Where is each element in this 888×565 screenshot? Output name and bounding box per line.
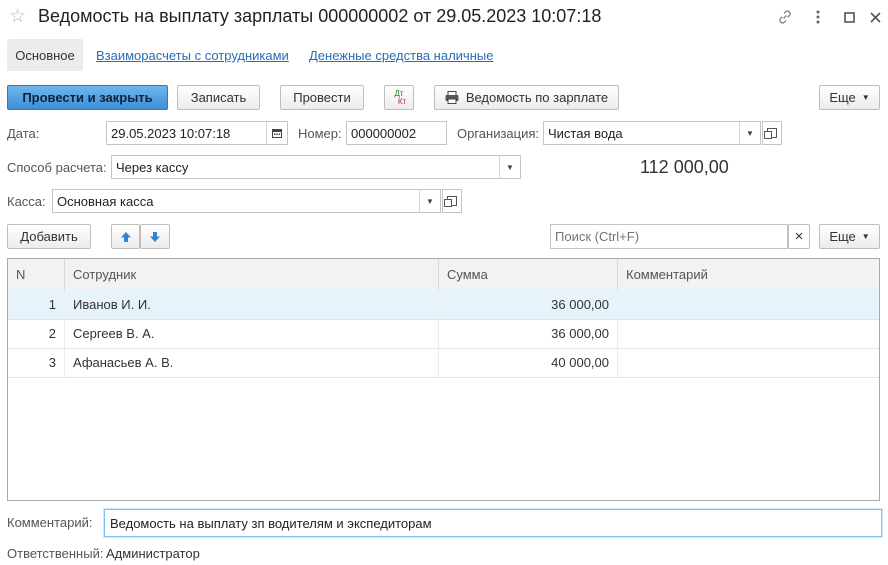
dropdown-arrow-icon[interactable]: ▼ bbox=[419, 190, 440, 212]
payment-method-label: Способ расчета: bbox=[7, 160, 107, 175]
date-label: Дата: bbox=[7, 126, 40, 141]
date-value: 29.05.2023 10:07:18 bbox=[111, 125, 231, 141]
open-cashbox-button[interactable] bbox=[442, 189, 462, 213]
payroll-report-label: Ведомость по зарплате bbox=[465, 90, 609, 105]
tab-settlements-employees[interactable]: Взаиморасчеты с сотрудниками bbox=[96, 48, 289, 63]
number-field[interactable]: 000000002 bbox=[346, 121, 447, 145]
amount-cell[interactable]: 36 000,00 bbox=[439, 290, 618, 319]
dropdown-arrow-icon[interactable]: ▼ bbox=[499, 156, 520, 178]
post-and-close-button[interactable]: Провести и закрыть bbox=[7, 85, 168, 110]
open-icon bbox=[444, 196, 457, 207]
save-button[interactable]: Записать bbox=[177, 85, 260, 110]
close-icon[interactable] bbox=[866, 8, 884, 26]
move-up-button[interactable] bbox=[111, 224, 140, 249]
employees-table[interactable]: N Сотрудник Сумма Комментарий 1 Иванов И… bbox=[7, 258, 880, 501]
dt-kt-button[interactable]: Дт Кт bbox=[384, 85, 414, 110]
post-button[interactable]: Провести bbox=[280, 85, 364, 110]
payment-method-field[interactable]: Через кассу ▼ bbox=[111, 155, 521, 179]
responsible-value[interactable]: Администратор bbox=[106, 546, 200, 561]
favorite-star-icon[interactable]: ☆ bbox=[9, 7, 26, 27]
link-icon[interactable] bbox=[776, 8, 794, 26]
cashbox-field[interactable]: Основная касса ▼ bbox=[52, 189, 441, 213]
number-label: Номер: bbox=[298, 126, 342, 141]
search-input[interactable] bbox=[550, 224, 788, 249]
amount-cell[interactable]: 36 000,00 bbox=[439, 319, 618, 348]
maximize-icon[interactable] bbox=[840, 8, 858, 26]
employee-cell[interactable]: Иванов И. И. bbox=[65, 290, 439, 319]
row-number: 2 bbox=[8, 319, 65, 348]
organization-label: Организация: bbox=[457, 126, 540, 141]
add-row-button[interactable]: Добавить bbox=[7, 224, 91, 249]
more-label: Еще bbox=[829, 229, 856, 244]
column-header-amount[interactable]: Сумма bbox=[439, 259, 618, 290]
responsible-label: Ответственный: bbox=[7, 546, 104, 561]
table-more-button[interactable]: Еще ▼ bbox=[819, 224, 880, 249]
arrow-down-icon bbox=[149, 231, 161, 243]
cashbox-label: Касса: bbox=[7, 194, 46, 209]
chevron-down-icon: ▼ bbox=[861, 93, 870, 102]
tab-cash-funds[interactable]: Денежные средства наличные bbox=[309, 48, 493, 63]
kt-label: Кт bbox=[397, 96, 407, 106]
column-header-n[interactable]: N bbox=[8, 259, 65, 290]
document-total: 112 000,00 bbox=[640, 157, 729, 177]
chevron-down-icon: ▼ bbox=[861, 232, 870, 241]
table-row[interactable]: 3 Афанасьев А. В. 40 000,00 bbox=[8, 348, 879, 378]
calendar-icon[interactable] bbox=[266, 122, 287, 144]
row-number: 1 bbox=[8, 290, 65, 319]
table-row[interactable]: 1 Иванов И. И. 36 000,00 bbox=[8, 290, 879, 320]
row-number: 3 bbox=[8, 348, 65, 377]
employee-cell[interactable]: Сергеев В. А. bbox=[65, 319, 439, 348]
cashbox-value: Основная касса bbox=[57, 193, 154, 209]
employee-cell[interactable]: Афанасьев А. В. bbox=[65, 348, 439, 377]
organization-field[interactable]: Чистая вода ▼ bbox=[543, 121, 761, 145]
table-header: N Сотрудник Сумма Комментарий bbox=[8, 259, 879, 291]
amount-cell[interactable]: 40 000,00 bbox=[439, 348, 618, 377]
more-button[interactable]: Еще ▼ bbox=[819, 85, 880, 110]
more-label: Еще bbox=[829, 90, 856, 105]
open-icon bbox=[764, 128, 777, 139]
comment-field[interactable]: Ведомость на выплату зп водителям и эксп… bbox=[104, 509, 882, 537]
comment-cell[interactable] bbox=[618, 348, 879, 377]
more-vertical-icon[interactable] bbox=[809, 8, 827, 26]
column-header-comment[interactable]: Комментарий bbox=[618, 259, 879, 290]
open-organization-button[interactable] bbox=[762, 121, 782, 145]
arrow-up-icon bbox=[120, 231, 132, 243]
printer-icon bbox=[445, 91, 459, 104]
comment-label: Комментарий: bbox=[7, 515, 93, 530]
window-title: Ведомость на выплату зарплаты 000000002 … bbox=[38, 6, 602, 26]
move-down-button[interactable] bbox=[140, 224, 170, 249]
dropdown-arrow-icon[interactable]: ▼ bbox=[739, 122, 760, 144]
organization-value: Чистая вода bbox=[548, 125, 623, 141]
payment-method-value: Через кассу bbox=[116, 159, 189, 175]
column-header-employee[interactable]: Сотрудник bbox=[65, 259, 439, 290]
payroll-report-button[interactable]: Ведомость по зарплате bbox=[434, 85, 619, 110]
tab-main[interactable]: Основное bbox=[7, 39, 83, 71]
comment-cell[interactable] bbox=[618, 290, 879, 319]
clear-search-button[interactable]: × bbox=[788, 224, 810, 249]
table-row[interactable]: 2 Сергеев В. А. 36 000,00 bbox=[8, 319, 879, 349]
date-field[interactable]: 29.05.2023 10:07:18 bbox=[106, 121, 288, 145]
comment-cell[interactable] bbox=[618, 319, 879, 348]
